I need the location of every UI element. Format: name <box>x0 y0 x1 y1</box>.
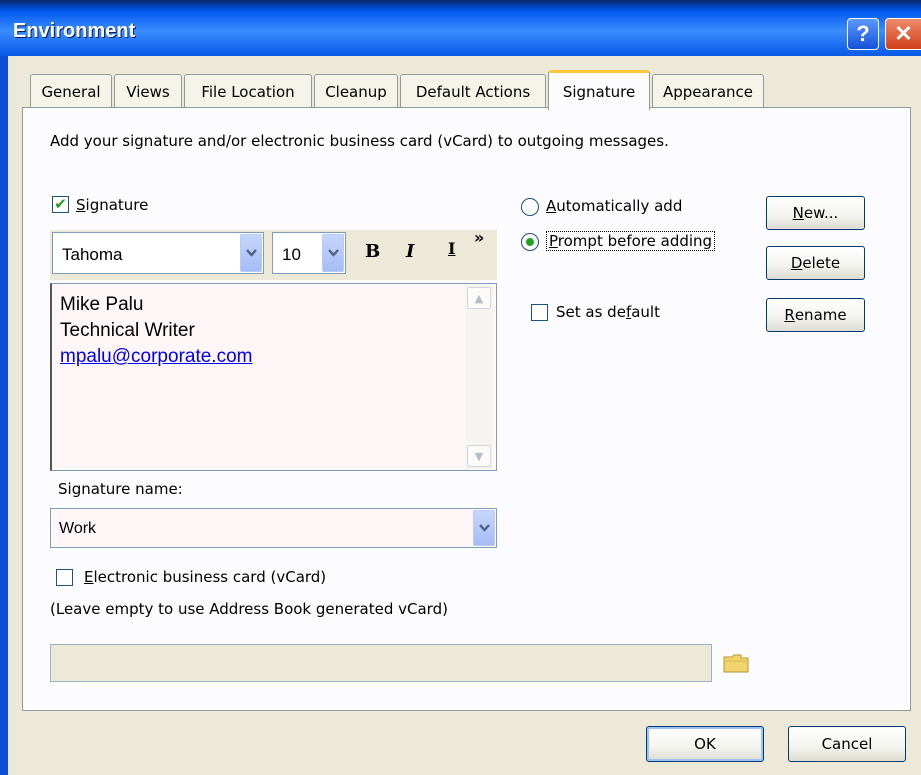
accel-key: P <box>549 232 558 250</box>
accel-key: R <box>784 306 795 324</box>
tab-default-actions[interactable]: Default Actions <box>400 74 546 108</box>
tab-label: General <box>41 82 101 101</box>
help-icon: ? <box>856 21 870 46</box>
chevron-down-icon <box>327 249 339 257</box>
font-dropdown-button[interactable] <box>240 234 262 272</box>
font-size-value: 10 <box>282 245 301 264</box>
vcard-checkbox[interactable] <box>56 569 73 586</box>
signature-line: Technical Writer <box>60 320 195 341</box>
bold-button[interactable]: B <box>365 241 380 262</box>
font-combo[interactable]: Tahoma <box>52 232 264 274</box>
tab-cleanup[interactable]: Cleanup <box>314 74 398 108</box>
label-text: ignature <box>85 196 149 214</box>
tab-label: Default Actions <box>415 82 531 101</box>
italic-button[interactable]: I <box>406 241 414 262</box>
label-text: ault <box>631 303 660 321</box>
accel-key: D <box>790 254 803 272</box>
accel-key: N <box>792 204 804 222</box>
tab-general[interactable]: General <box>30 74 112 108</box>
accel-key: A <box>546 197 557 215</box>
vcard-hint-text: (Leave empty to use Address Book generat… <box>50 600 448 618</box>
scroll-up-icon: ▲ <box>474 291 484 305</box>
tab-label: Views <box>126 82 170 101</box>
signature-name-dropdown-button[interactable] <box>473 510 495 546</box>
tab-appearance[interactable]: Appearance <box>652 74 764 108</box>
underline-button[interactable]: I <box>448 239 455 258</box>
close-button[interactable]: ✕ <box>885 18 921 50</box>
scroll-down-button[interactable]: ▼ <box>467 445 491 467</box>
tab-label: Appearance <box>662 82 754 101</box>
font-value: Tahoma <box>62 245 123 264</box>
prompt-before-adding-label[interactable]: Prompt before adding <box>546 231 716 251</box>
button-label: Cancel <box>821 735 873 753</box>
button-label: elete <box>802 254 841 272</box>
checkmark-icon: ✔ <box>54 195 67 213</box>
chevron-down-icon <box>245 249 257 257</box>
description-text: Add your signature and/or electronic bus… <box>50 132 669 150</box>
signature-name-select[interactable]: Work <box>50 508 497 548</box>
font-size-combo[interactable]: 10 <box>272 232 346 274</box>
signature-line: Mike Palu <box>60 294 144 315</box>
delete-signature-button[interactable]: Delete <box>766 246 865 280</box>
close-icon: ✕ <box>894 21 913 46</box>
label-text: utomatically add <box>556 197 683 215</box>
signature-checkbox[interactable]: ✔ <box>52 196 69 213</box>
vcard-path-input[interactable] <box>50 644 712 682</box>
folder-icon[interactable] <box>723 653 749 677</box>
vcard-checkbox-label[interactable]: Electronic business card (vCard) <box>84 568 326 586</box>
window-title: Environment <box>13 20 136 42</box>
tab-signature[interactable]: Signature <box>548 70 650 110</box>
button-label: OK <box>694 735 716 753</box>
set-as-default-label[interactable]: Set as default <box>556 303 660 321</box>
tab-views[interactable]: Views <box>114 74 182 108</box>
ok-button[interactable]: OK <box>646 726 764 762</box>
tab-label: Signature <box>562 82 636 101</box>
label-text: lectronic business card (vCard) <box>93 568 327 586</box>
tab-label: Cleanup <box>325 82 387 101</box>
window-frame-left <box>0 56 8 775</box>
help-button[interactable]: ? <box>847 18 879 50</box>
button-label: ename <box>794 306 847 324</box>
scroll-up-button[interactable]: ▲ <box>467 287 491 309</box>
radio-selected-dot <box>526 238 534 246</box>
tab-label: File Location <box>201 82 295 101</box>
email-link[interactable]: mpalu@corporate.com <box>60 344 252 370</box>
scroll-down-icon: ▼ <box>474 449 484 463</box>
signature-checkbox-label[interactable]: Signature <box>76 196 148 214</box>
toolbar-overflow-icon[interactable]: » <box>474 228 484 247</box>
prompt-before-adding-radio[interactable] <box>521 233 539 251</box>
tab-file-location[interactable]: File Location <box>184 74 312 108</box>
font-size-dropdown-button[interactable] <box>322 234 344 272</box>
new-signature-button[interactable]: New... <box>766 196 865 230</box>
chevron-down-icon <box>478 524 490 532</box>
signature-editor-content[interactable]: Mike Palu Technical Writer mpalu@corpora… <box>60 292 252 370</box>
cancel-button[interactable]: Cancel <box>788 726 906 762</box>
automatically-add-radio[interactable] <box>521 198 539 216</box>
editor-scrollbar[interactable]: ▲ ▼ <box>465 285 493 469</box>
rename-signature-button[interactable]: Rename <box>766 298 865 332</box>
button-label: ew... <box>803 204 839 222</box>
signature-name-value: Work <box>59 520 97 537</box>
automatically-add-label[interactable]: Automatically add <box>546 197 682 215</box>
accel-key: S <box>76 196 86 214</box>
set-as-default-checkbox[interactable] <box>531 304 548 321</box>
label-text: Set as de <box>556 303 626 321</box>
signature-name-label: Signature name: <box>58 480 183 498</box>
label-text: rompt before adding <box>557 232 713 250</box>
